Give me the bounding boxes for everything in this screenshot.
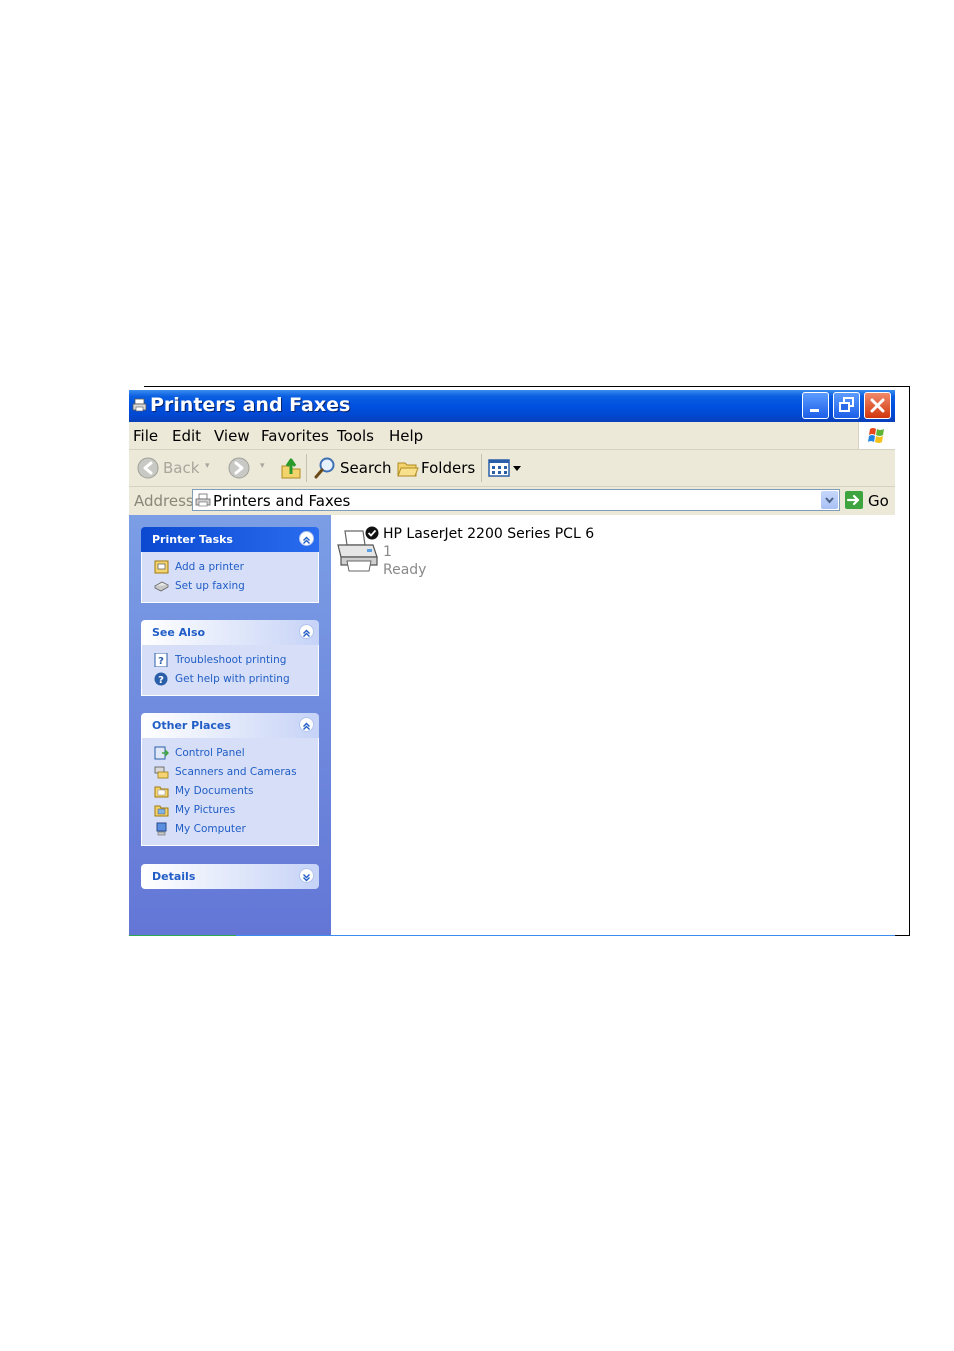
collapse-icon[interactable] (299, 717, 314, 732)
file-list-view: HP LaserJet 2200 Series PCL 6 1 Ready (331, 515, 895, 936)
my-documents-link[interactable]: My Documents (142, 782, 318, 801)
chevron-down-icon (825, 497, 834, 504)
back-label[interactable]: Back (163, 459, 199, 477)
search-icon (314, 457, 335, 479)
fax-icon (154, 581, 169, 592)
views-button[interactable] (488, 458, 524, 478)
details-title: Details (152, 870, 196, 883)
close-button[interactable] (864, 392, 891, 419)
other-places-title: Other Places (152, 719, 231, 732)
my-computer-link[interactable]: My Computer (142, 820, 318, 839)
address-field[interactable]: Printers and Faxes (192, 489, 840, 511)
up-folder-icon (281, 458, 301, 479)
printer-tasks-body: Add a printer Set up faxing (141, 552, 319, 603)
toolbar-separator (306, 454, 307, 482)
menu-view[interactable]: View (214, 427, 250, 445)
other-places-panel: Other Places Control Panel Scanners and … (141, 713, 319, 846)
printer-tasks-panel: Printer Tasks Add a printer Set up faxin… (141, 527, 319, 603)
search-label[interactable]: Search (340, 459, 392, 477)
see-also-panel: See Also ? Troubleshoot printing ? Get h… (141, 620, 319, 696)
printer-name: HP LaserJet 2200 Series PCL 6 (383, 526, 595, 542)
printer-item[interactable]: HP LaserJet 2200 Series PCL 6 1 Ready (335, 523, 605, 589)
printer-status: Ready (383, 562, 427, 578)
folders-label[interactable]: Folders (421, 459, 475, 477)
menu-bar: File Edit View Favorites Tools Help (129, 422, 895, 450)
minimize-icon (810, 409, 819, 412)
other-places-body: Control Panel Scanners and Cameras My Do… (141, 738, 319, 846)
add-printer-icon (154, 560, 169, 574)
forward-arrow-icon (228, 457, 250, 479)
folders-button[interactable] (397, 457, 419, 479)
windows-logo-icon (868, 428, 884, 443)
svg-text:?: ? (158, 675, 164, 686)
menu-help[interactable]: Help (389, 427, 423, 445)
see-also-header[interactable]: See Also (141, 620, 319, 645)
views-icon (488, 459, 521, 477)
windows-logo (858, 422, 895, 449)
menu-edit[interactable]: Edit (172, 427, 201, 445)
collapse-icon[interactable] (299, 531, 314, 546)
help-icon: ? (154, 672, 168, 686)
menu-tools[interactable]: Tools (337, 427, 374, 445)
my-pictures-link[interactable]: My Pictures (142, 801, 318, 820)
troubleshoot-printing-link[interactable]: ? Troubleshoot printing (142, 651, 318, 670)
go-label: Go (868, 492, 889, 510)
see-also-body: ? Troubleshoot printing ? Get help with … (141, 645, 319, 696)
search-button[interactable] (314, 456, 336, 480)
menu-file[interactable]: File (133, 427, 158, 445)
collapse-icon[interactable] (299, 624, 314, 639)
printer-jobs: 1 (383, 544, 392, 560)
scanners-and-cameras-link[interactable]: Scanners and Cameras (142, 763, 318, 782)
other-places-header[interactable]: Other Places (141, 713, 319, 738)
go-button[interactable]: Go (845, 490, 891, 510)
restore-button[interactable] (833, 392, 860, 419)
restore-icon (839, 397, 854, 412)
svg-text:?: ? (158, 656, 164, 667)
help-page-icon: ? (154, 653, 168, 667)
address-bar: Address Printers and Faxes Go (129, 487, 895, 515)
up-button[interactable] (280, 456, 302, 480)
details-panel: Details (141, 864, 319, 889)
back-button[interactable] (137, 457, 159, 479)
minimize-button[interactable] (802, 392, 829, 419)
pictures-folder-icon (154, 805, 169, 817)
task-pane: Printer Tasks Add a printer Set up faxin… (129, 515, 331, 936)
address-label: Address (134, 492, 194, 510)
address-dropdown-button[interactable] (821, 491, 838, 509)
computer-icon (156, 822, 167, 836)
go-arrow-icon (845, 491, 863, 509)
back-arrow-icon (137, 457, 159, 479)
address-value: Printers and Faxes (213, 492, 351, 510)
printer-folder-icon (132, 398, 147, 412)
title-bar[interactable]: Printers and Faxes (129, 390, 895, 422)
folders-icon (397, 462, 419, 477)
expand-icon[interactable] (299, 868, 314, 883)
add-printer-link[interactable]: Add a printer (142, 558, 318, 577)
window-title: Printers and Faxes (150, 394, 351, 416)
printer-folder-icon (195, 493, 211, 507)
toolbar-separator (481, 454, 482, 482)
control-panel-icon (154, 746, 169, 760)
printer-tasks-title: Printer Tasks (152, 533, 233, 546)
standard-toolbar: Back ▾ ▾ Search Folders (129, 450, 895, 487)
menu-favorites[interactable]: Favorites (261, 427, 329, 445)
taskbar-edge (129, 935, 895, 936)
control-panel-link[interactable]: Control Panel (142, 744, 318, 763)
see-also-title: See Also (152, 626, 206, 639)
get-help-with-printing-link[interactable]: ? Get help with printing (142, 670, 318, 689)
explorer-window: Printers and Faxes File Edit View Favori… (129, 390, 895, 936)
forward-button[interactable] (228, 457, 250, 479)
back-dropdown-arrow[interactable]: ▾ (205, 461, 210, 471)
scanner-icon (154, 766, 169, 779)
default-check-icon (365, 526, 379, 540)
details-header[interactable]: Details (141, 864, 319, 889)
forward-dropdown-arrow[interactable]: ▾ (260, 461, 265, 471)
set-up-faxing-link[interactable]: Set up faxing (142, 577, 318, 596)
folder-icon (154, 786, 169, 798)
close-icon (870, 398, 885, 413)
printer-tasks-header[interactable]: Printer Tasks (141, 527, 319, 552)
